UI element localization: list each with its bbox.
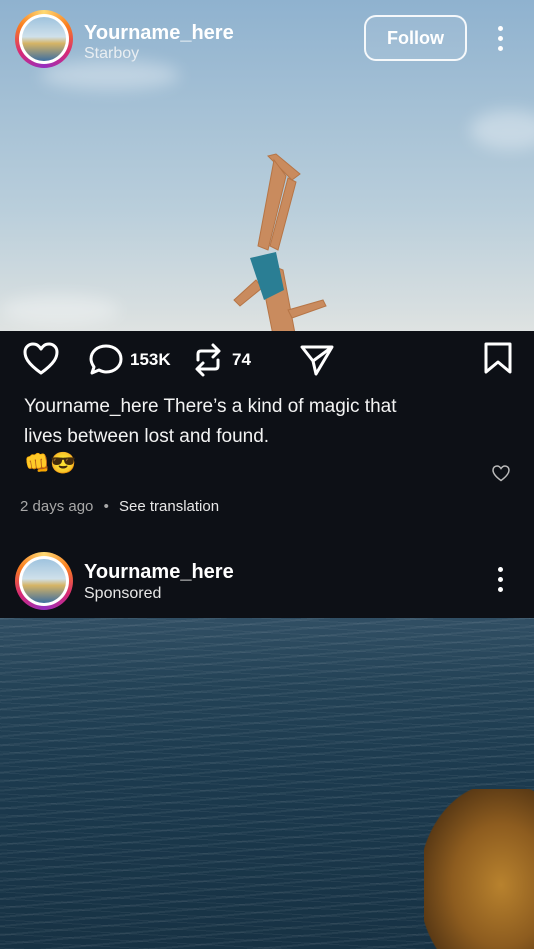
avatar[interactable]	[15, 10, 73, 68]
next-post-more-vertical-icon[interactable]	[495, 567, 505, 595]
more-vertical-icon[interactable]	[495, 26, 505, 54]
post-caption: Yourname_here There’s a kind of magic th…	[24, 392, 424, 452]
username[interactable]: Yourname_here	[84, 22, 234, 45]
post-info-panel	[0, 331, 534, 618]
follow-button[interactable]: Follow	[364, 15, 467, 61]
send-icon[interactable]	[299, 343, 335, 377]
rock	[424, 789, 534, 949]
caption-like-heart-icon[interactable]	[492, 465, 510, 482]
repost-count: 74	[232, 350, 251, 369]
post-header: Yourname_here Starboy Follow	[0, 0, 534, 80]
post-meta: 2 days ago • See translation	[20, 498, 219, 515]
see-translation-link[interactable]: See translation	[119, 498, 219, 515]
heart-icon[interactable]	[23, 342, 59, 376]
caption-emojis: 👊😎	[24, 452, 77, 475]
avatar-image	[22, 559, 66, 603]
avatar-image	[22, 17, 66, 61]
next-post-avatar[interactable]	[15, 552, 73, 610]
next-post-username[interactable]: Yourname_here	[84, 561, 234, 584]
caption-username[interactable]: Yourname_here	[24, 396, 159, 417]
comment-count: 153K	[130, 350, 171, 369]
bookmark-icon[interactable]	[483, 341, 513, 375]
meta-separator: •	[103, 498, 109, 515]
repost-icon[interactable]	[192, 342, 224, 378]
cloud	[0, 295, 120, 325]
comment-icon[interactable]	[89, 343, 125, 377]
post-time: 2 days ago	[20, 498, 94, 515]
sponsored-label: Sponsored	[84, 585, 162, 602]
user-subtitle: Starboy	[84, 45, 140, 62]
